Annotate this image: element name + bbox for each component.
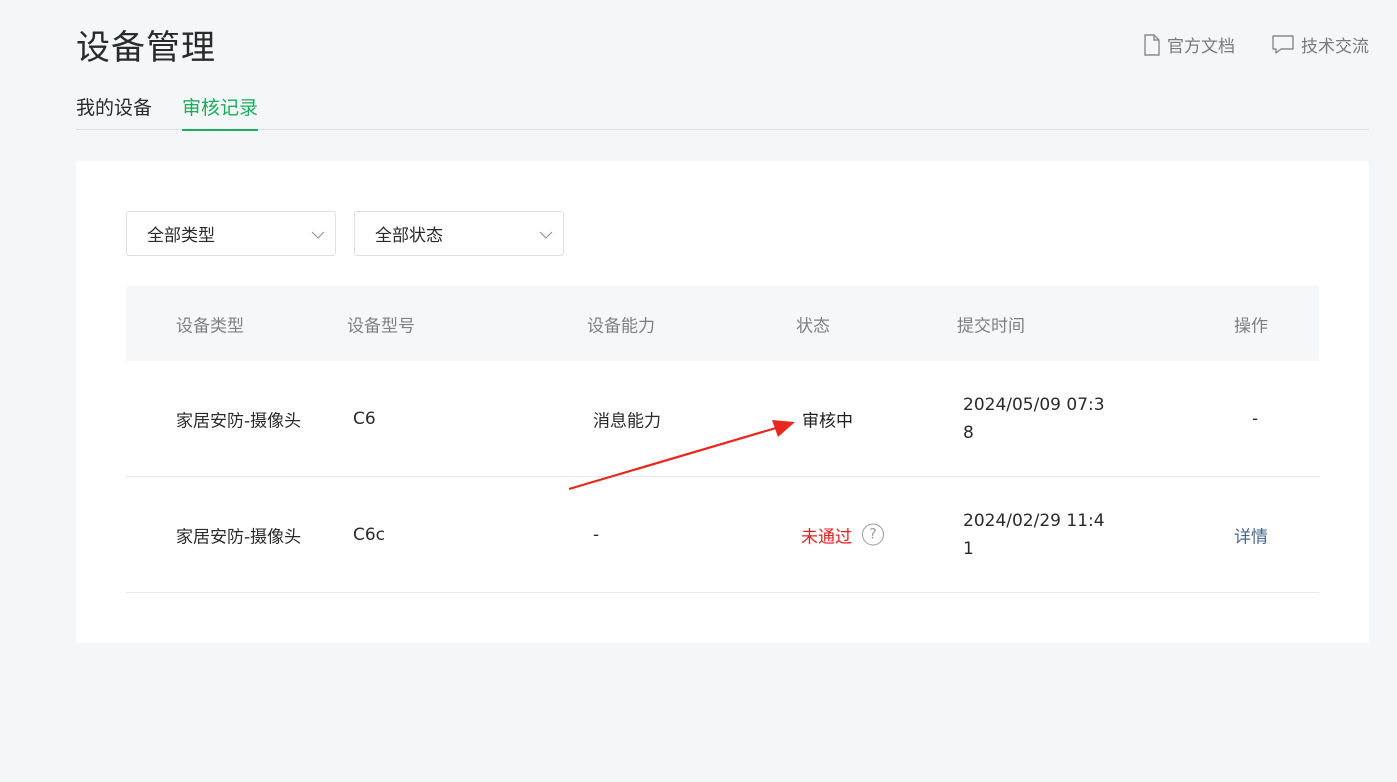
type-filter-value: 全部类型 [147,226,215,246]
device-type-cell: 家居安防-摄像头 [176,527,302,547]
table-row: 家居安防-摄像头 C6c - 未通过 ? 2024/02/29 11:41 详情 [126,477,1319,593]
official-docs-label: 官方文档 [1167,37,1235,57]
action-cell: - [1252,408,1259,429]
status-filter-value: 全部状态 [375,226,443,246]
filter-bar: 全部类型 全部状态 [126,211,564,256]
tab-my-devices[interactable]: 我的设备 [76,96,152,130]
submit-time-cell: 2024/05/09 07:38 [963,394,1105,443]
tech-exchange-link[interactable]: 技术交流 [1271,32,1369,57]
device-capability-cell: - [593,524,600,545]
status-filter-select[interactable]: 全部状态 [354,211,564,256]
device-model-cell: C6c [353,524,386,545]
header-submit-time: 提交时间 [957,316,1025,336]
official-docs-link[interactable]: 官方文档 [1143,32,1235,57]
chevron-down-icon [311,224,325,244]
header-device-capability: 设备能力 [587,316,655,336]
header-device-model: 设备型号 [347,316,415,336]
top-links: 官方文档 技术交流 [1143,32,1369,57]
records-table: 设备类型 设备型号 设备能力 状态 提交时间 操作 家居安防-摄像头 C6 消息… [126,286,1319,593]
tab-bar: 我的设备 审核记录 [76,96,1369,131]
header-status: 状态 [796,316,830,336]
device-capability-cell: 消息能力 [593,411,661,431]
chevron-down-icon [539,224,553,244]
tab-review-records[interactable]: 审核记录 [182,96,259,131]
status-text: 未通过 [801,527,852,547]
chat-icon [1271,34,1295,56]
records-card: 全部类型 全部状态 设备类型 设备型号 设备能力 状态 提交时间 操作 家居安防… [76,161,1369,643]
submit-time-cell: 2024/02/29 11:41 [963,510,1105,559]
details-link[interactable]: 详情 [1234,522,1268,547]
status-badge: 未通过 ? [801,522,884,547]
tech-exchange-label: 技术交流 [1301,37,1369,57]
status-badge: 审核中 [802,411,853,431]
device-model-cell: C6 [353,408,376,429]
help-question-icon[interactable]: ? [862,523,884,546]
page-title: 设备管理 [76,28,216,68]
table-header: 设备类型 设备型号 设备能力 状态 提交时间 操作 [126,286,1319,361]
document-icon [1143,33,1161,56]
device-type-cell: 家居安防-摄像头 [176,411,302,431]
header-device-type: 设备类型 [176,316,244,336]
type-filter-select[interactable]: 全部类型 [126,211,336,256]
table-row: 家居安防-摄像头 C6 消息能力 审核中 2024/05/09 07:38 - [126,361,1319,477]
header-action: 操作 [1234,316,1268,336]
